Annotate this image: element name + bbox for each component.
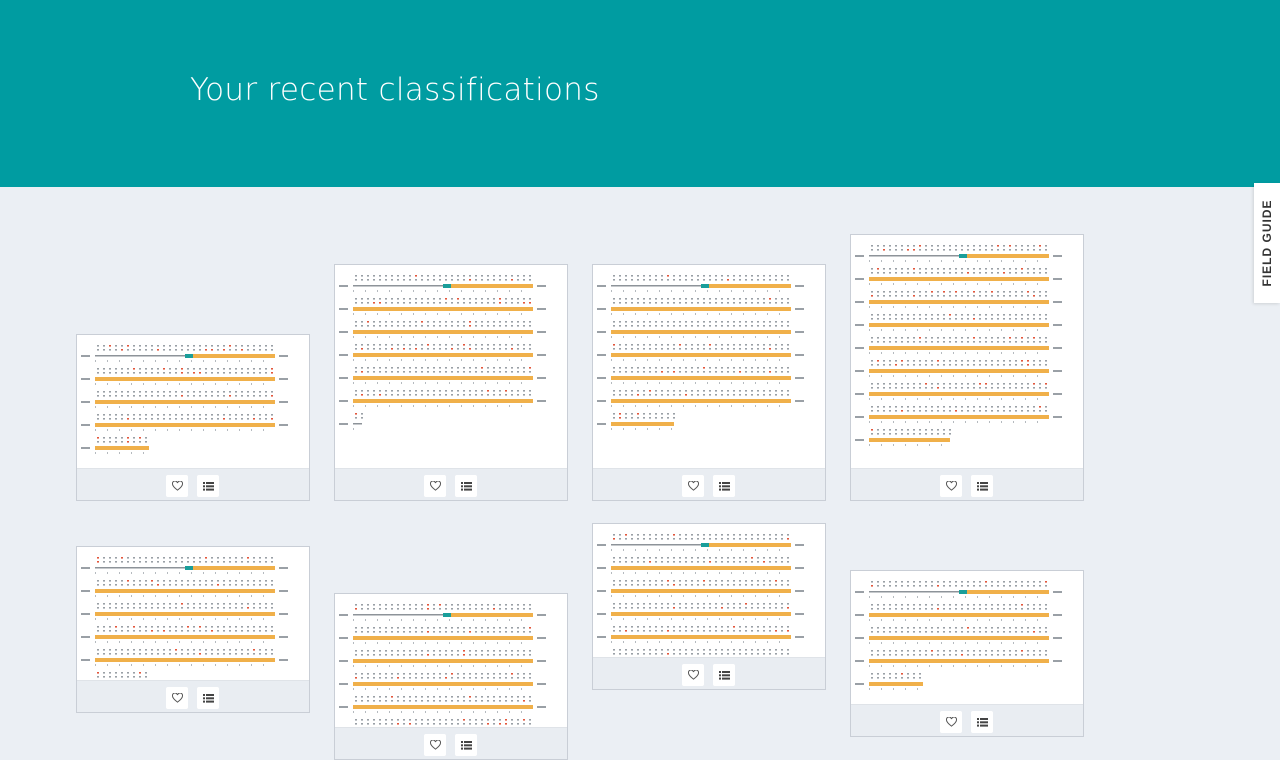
list-icon (202, 693, 214, 703)
heart-icon (945, 481, 957, 491)
collect-button[interactable] (197, 475, 219, 497)
subject-thumbnail[interactable] (593, 524, 825, 658)
classification-card[interactable] (850, 570, 1084, 737)
classification-card[interactable] (334, 264, 568, 501)
collect-button[interactable] (455, 734, 477, 756)
classification-card[interactable] (334, 593, 568, 760)
page-header: Your recent classifications (0, 0, 1280, 187)
classification-card[interactable] (850, 234, 1084, 501)
collect-button[interactable] (971, 711, 993, 733)
heart-icon (687, 481, 699, 491)
field-guide-label: FIELD GUIDE (1260, 199, 1274, 287)
list-icon (718, 481, 730, 491)
list-icon (460, 481, 472, 491)
collect-button[interactable] (713, 475, 735, 497)
heart-icon (429, 481, 441, 491)
collect-button[interactable] (197, 687, 219, 709)
card-actions (77, 468, 309, 500)
heart-icon (429, 740, 441, 750)
collect-button[interactable] (971, 475, 993, 497)
subject-thumbnail[interactable] (335, 594, 567, 728)
favorite-button[interactable] (424, 734, 446, 756)
subject-thumbnail[interactable] (851, 571, 1083, 705)
list-icon (460, 740, 472, 750)
favorite-button[interactable] (682, 664, 704, 686)
collect-button[interactable] (455, 475, 477, 497)
list-icon (976, 717, 988, 727)
favorite-button[interactable] (940, 475, 962, 497)
favorite-button[interactable] (940, 711, 962, 733)
subject-thumbnail[interactable] (851, 235, 1083, 469)
heart-icon (171, 481, 183, 491)
card-actions (593, 468, 825, 500)
page-title: Your recent classifications (190, 72, 600, 108)
heart-icon (687, 670, 699, 680)
favorite-button[interactable] (682, 475, 704, 497)
classification-card[interactable] (592, 264, 826, 501)
classification-card[interactable] (76, 546, 310, 713)
card-actions (851, 468, 1083, 500)
favorite-button[interactable] (424, 475, 446, 497)
favorite-button[interactable] (166, 687, 188, 709)
classification-card[interactable] (76, 334, 310, 501)
card-actions (851, 704, 1083, 736)
favorite-button[interactable] (166, 475, 188, 497)
heart-icon (945, 717, 957, 727)
subject-thumbnail[interactable] (335, 265, 567, 469)
subject-thumbnail[interactable] (77, 547, 309, 681)
collect-button[interactable] (713, 664, 735, 686)
card-actions (593, 657, 825, 689)
card-actions (335, 727, 567, 759)
list-icon (202, 481, 214, 491)
card-actions (77, 680, 309, 712)
classification-card[interactable] (592, 523, 826, 690)
card-actions (335, 468, 567, 500)
list-icon (718, 670, 730, 680)
list-icon (976, 481, 988, 491)
subject-thumbnail[interactable] (77, 335, 309, 469)
field-guide-tab[interactable]: FIELD GUIDE (1254, 183, 1280, 303)
subject-thumbnail[interactable] (593, 265, 825, 469)
heart-icon (171, 693, 183, 703)
